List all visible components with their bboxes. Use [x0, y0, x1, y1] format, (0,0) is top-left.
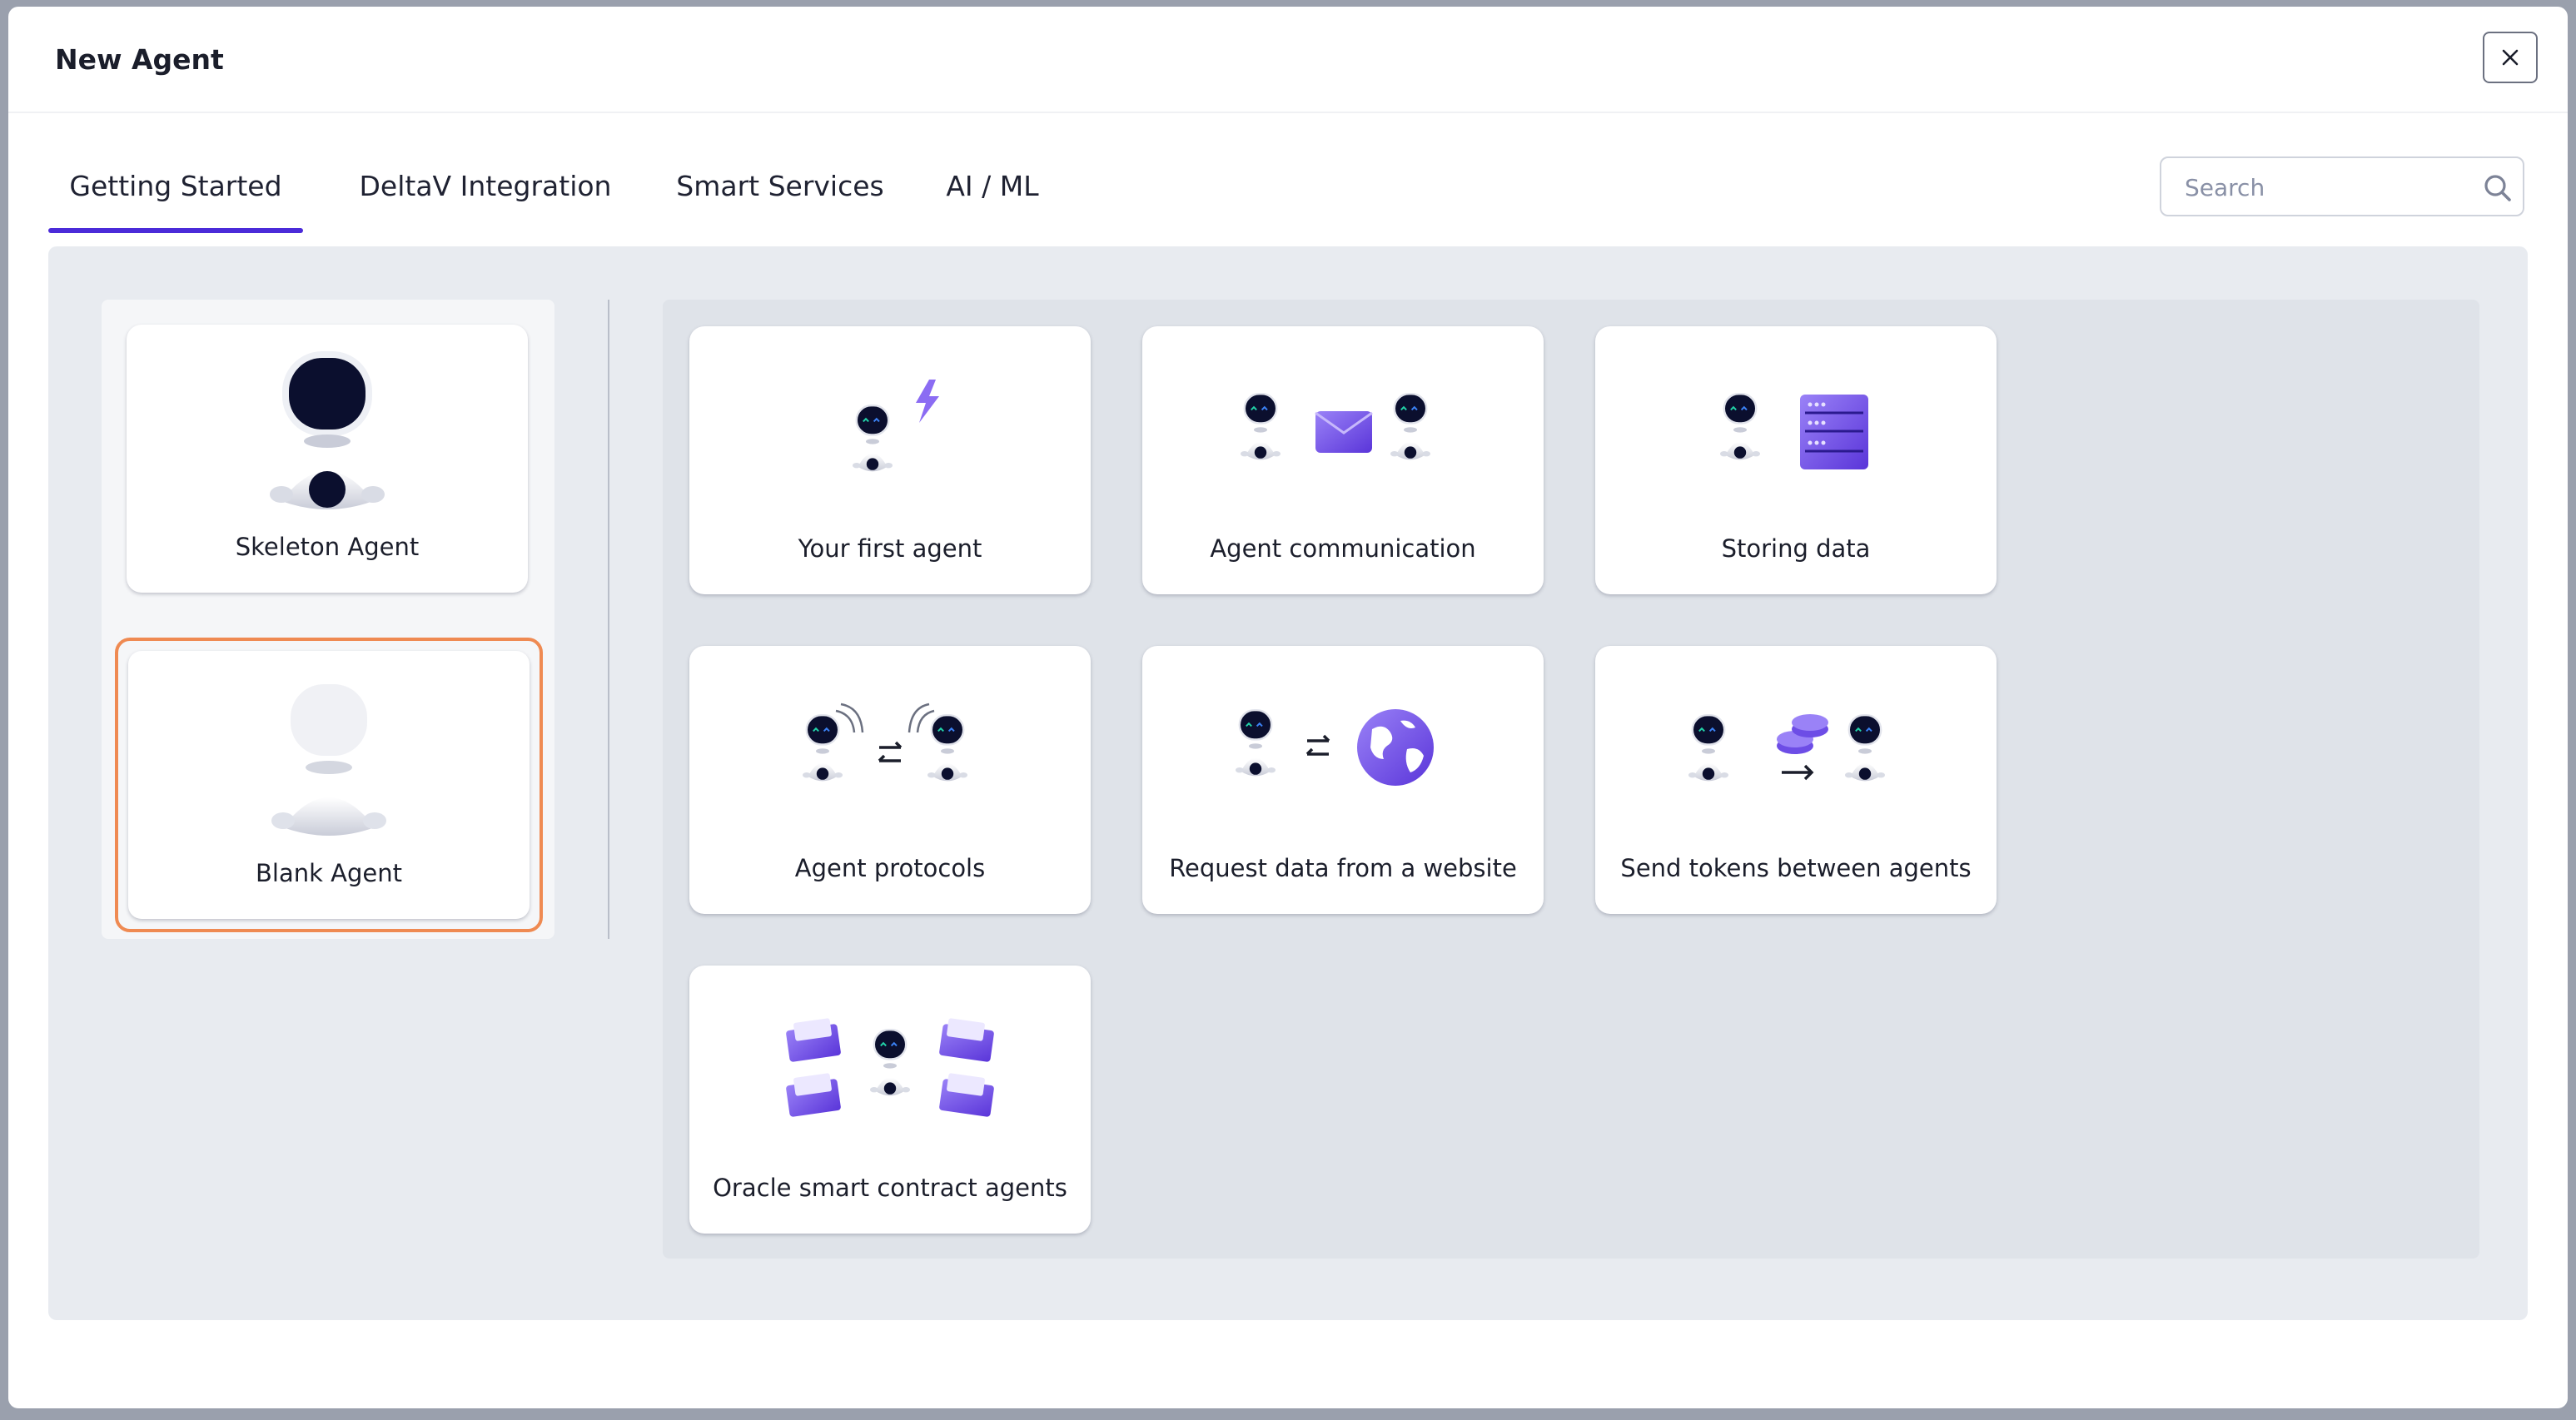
template-card-agent-communication[interactable]: Agent communication [1142, 326, 1544, 594]
card-label: Agent communication [1210, 534, 1476, 563]
card-label: Blank Agent [256, 859, 402, 887]
send-tokens-icon [1688, 713, 1885, 782]
template-card-oracle-contracts[interactable]: Oracle smart contract agents [689, 966, 1091, 1234]
agent-communication-icon [1241, 392, 1430, 461]
agent-protocols-icon [803, 703, 967, 782]
search-box [2160, 156, 2524, 216]
templates-area: Skeleton Agent Blank Agent Your first ag… [48, 246, 2528, 1320]
tab-label: DeltaV Integration [359, 170, 612, 202]
request-web-data-icon [1236, 708, 1434, 786]
panel-divider [608, 300, 609, 939]
search-icon[interactable] [2481, 171, 2514, 205]
storing-data-icon [1720, 392, 1868, 469]
skeleton-agent-card[interactable]: Skeleton Agent [127, 325, 528, 593]
card-label: Request data from a website [1169, 854, 1517, 882]
card-label: Oracle smart contract agents [713, 1174, 1067, 1202]
card-label: Send tokens between agents [1620, 854, 1972, 882]
tab-label: AI / ML [946, 170, 1039, 202]
template-card-storing-data[interactable]: Storing data [1595, 326, 1997, 594]
blank-agent-card[interactable]: Blank Agent [115, 638, 543, 932]
blank-agent-card-body: Blank Agent [128, 651, 530, 919]
first-agent-icon [853, 380, 939, 473]
tab-deltav-integration[interactable]: DeltaV Integration [345, 161, 626, 233]
tab-ai-ml[interactable]: AI / ML [931, 161, 1054, 233]
dialog-header: New Agent [8, 7, 2568, 113]
dialog-title: New Agent [55, 43, 224, 76]
card-label: Your first agent [798, 534, 982, 563]
new-agent-dialog: New Agent Getting Started DeltaV Integra… [8, 7, 2568, 1408]
template-card-request-web-data[interactable]: Request data from a website [1142, 646, 1544, 914]
blank-agent-icon [271, 678, 386, 836]
tab-getting-started[interactable]: Getting Started [48, 161, 303, 233]
card-label: Skeleton Agent [235, 533, 420, 561]
tab-label: Smart Services [676, 170, 884, 202]
card-label: Storing data [1721, 534, 1871, 563]
template-card-your-first-agent[interactable]: Your first agent [689, 326, 1091, 594]
tab-smart-services[interactable]: Smart Services [669, 161, 891, 233]
close-icon [2502, 49, 2519, 66]
base-templates-panel: Skeleton Agent Blank Agent [102, 300, 554, 939]
card-label: Agent protocols [794, 854, 986, 882]
template-card-agent-protocols[interactable]: Agent protocols [689, 646, 1091, 914]
close-button[interactable] [2483, 32, 2538, 83]
search-input[interactable] [2185, 171, 2468, 203]
example-templates-panel: Your first agent Agent communication Sto… [663, 300, 2479, 1259]
skeleton-agent-icon [270, 351, 385, 509]
tab-label: Getting Started [69, 170, 282, 202]
oracle-contract-icon [786, 1018, 994, 1117]
template-card-send-tokens[interactable]: Send tokens between agents [1595, 646, 1997, 914]
